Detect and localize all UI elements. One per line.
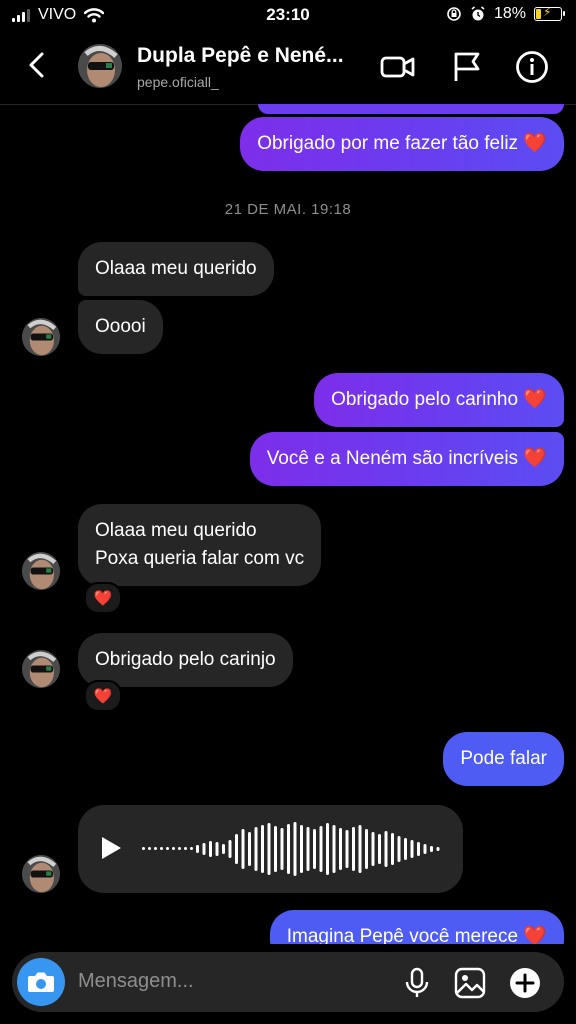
chat-title[interactable]: Dupla Pepê e Nené... xyxy=(137,44,344,68)
message-composer: Mensagem... xyxy=(12,952,564,1012)
flag-icon[interactable] xyxy=(450,50,486,84)
play-icon[interactable] xyxy=(102,837,121,859)
message-bubble-outgoing-partial xyxy=(258,104,564,114)
message-bubble-incoming[interactable]: Obrigado pelo carinjo xyxy=(78,633,293,687)
sender-avatar[interactable] xyxy=(22,318,60,356)
camera-icon xyxy=(28,972,54,992)
sender-avatar[interactable] xyxy=(22,552,60,590)
message-input[interactable]: Mensagem... xyxy=(78,970,194,993)
alarm-icon xyxy=(471,6,485,21)
message-text: Você e a Neném são incríveis xyxy=(266,448,519,469)
profile-avatar[interactable] xyxy=(78,44,122,88)
info-icon[interactable] xyxy=(514,50,550,84)
message-text: Obrigado por me fazer tão feliz xyxy=(257,133,519,154)
chat-header: Dupla Pepê e Nené... pepe.oficiall_ xyxy=(0,30,576,105)
battery-percentage: 18% xyxy=(493,5,526,22)
message-text: Pode falar xyxy=(460,748,547,769)
voice-message[interactable] xyxy=(78,805,463,893)
back-arrow-icon[interactable] xyxy=(22,50,52,80)
camera-button[interactable] xyxy=(17,958,65,1006)
message-text: Obrigado pelo carinjo xyxy=(95,649,276,670)
heart-emoji: ❤️ xyxy=(523,448,547,469)
gallery-icon[interactable] xyxy=(453,966,487,1000)
date-separator: 21 DE MAI. 19:18 xyxy=(224,201,352,218)
plus-icon[interactable] xyxy=(508,966,542,1000)
microphone-icon[interactable] xyxy=(400,966,434,1000)
message-text-line: Olaaa meu querido xyxy=(95,520,257,541)
heart-emoji: ❤️ xyxy=(523,389,547,410)
message-text: Olaaa meu querido xyxy=(95,258,257,279)
message-text: Ooooi xyxy=(95,316,146,337)
message-bubble-outgoing[interactable]: Obrigado pelo carinho ❤️ xyxy=(314,373,564,427)
status-bar: VIVO 23:10 18% ⚡ xyxy=(0,0,576,30)
sender-avatar[interactable] xyxy=(22,650,60,688)
battery-icon: ⚡ xyxy=(534,5,565,21)
heart-reaction[interactable]: ❤️ xyxy=(84,680,122,712)
message-bubble-incoming[interactable]: Ooooi xyxy=(78,300,163,354)
audio-waveform[interactable] xyxy=(142,819,452,879)
message-text-line: Poxa queria falar com vc xyxy=(95,548,305,569)
message-bubble-outgoing[interactable]: Pode falar xyxy=(443,732,564,786)
orientation-lock-icon xyxy=(447,7,461,21)
message-text: Obrigado pelo carinho xyxy=(331,389,519,410)
message-bubble-outgoing[interactable]: Obrigado por me fazer tão feliz ❤️ xyxy=(240,117,564,171)
heart-emoji: ❤️ xyxy=(523,133,547,154)
message-bubble-incoming[interactable]: Olaaa meu querido Poxa queria falar com … xyxy=(78,504,322,586)
chat-username[interactable]: pepe.oficiall_ xyxy=(137,74,219,90)
heart-reaction[interactable]: ❤️ xyxy=(84,582,122,614)
message-bubble-incoming[interactable]: Olaaa meu querido xyxy=(78,242,274,296)
message-bubble-outgoing[interactable]: Você e a Neném são incríveis ❤️ xyxy=(249,432,564,486)
video-call-icon[interactable] xyxy=(380,50,416,84)
sender-avatar[interactable] xyxy=(22,855,60,893)
